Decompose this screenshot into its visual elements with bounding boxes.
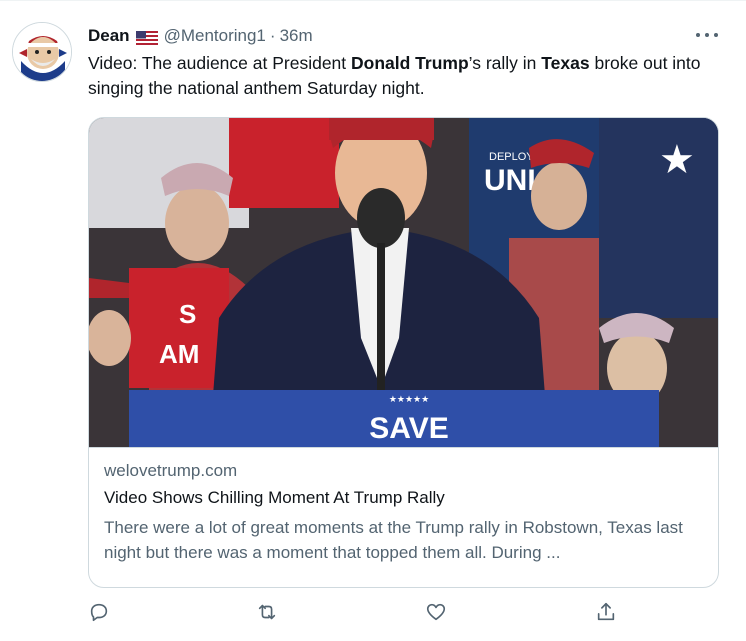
share-icon[interactable] [595, 601, 619, 625]
svg-text:AM: AM [159, 339, 199, 369]
svg-text:S: S [179, 299, 196, 329]
link-card[interactable]: DEPLOY UNI ★ S AM ★★★★★ SAVE welovetrump… [88, 117, 719, 588]
card-image[interactable]: DEPLOY UNI ★ S AM ★★★★★ SAVE [89, 118, 718, 447]
tweet[interactable]: Dean @Mentoring1 · 36m Video: The audien… [0, 0, 746, 641]
retweet-icon[interactable] [256, 601, 280, 625]
tweet-text-bold: Donald Trump [351, 53, 469, 73]
card-title: Video Shows Chilling Moment At Trump Ral… [104, 488, 445, 507]
heart-icon[interactable] [425, 601, 449, 625]
tweet-timestamp[interactable]: 36m [280, 26, 313, 46]
star-icon: ★ [659, 137, 695, 183]
reply-icon[interactable] [88, 601, 112, 625]
sign-text: SAVE [369, 412, 448, 445]
card-description: There were a lot of great moments at the… [104, 518, 683, 562]
tweet-header: Dean @Mentoring1 · 36m [88, 25, 313, 47]
tweet-text-part: Video: The audience at President [88, 53, 352, 73]
tweet-text: Video: The audience at President Donald … [88, 51, 718, 101]
sign-stars: ★★★★★ [389, 395, 429, 405]
author-name[interactable]: Dean [88, 26, 130, 46]
us-flag-icon [135, 30, 158, 45]
more-icon[interactable] [696, 26, 718, 44]
card-body[interactable]: welovetrump.com Video Shows Chilling Mom… [89, 447, 718, 587]
tweet-text-bold: Texas [541, 53, 590, 73]
card-domain: welovetrump.com [104, 461, 238, 480]
tweet-actions [88, 601, 718, 631]
avatar[interactable] [12, 22, 72, 82]
avatar-image [13, 23, 71, 81]
separator-dot: · [269, 26, 276, 45]
author-handle[interactable]: @Mentoring1 [164, 26, 266, 46]
banner-text: UNI [484, 164, 536, 197]
banner-small-text: DEPLOY [489, 151, 534, 163]
tweet-text-part: ’s rally in [468, 53, 542, 73]
